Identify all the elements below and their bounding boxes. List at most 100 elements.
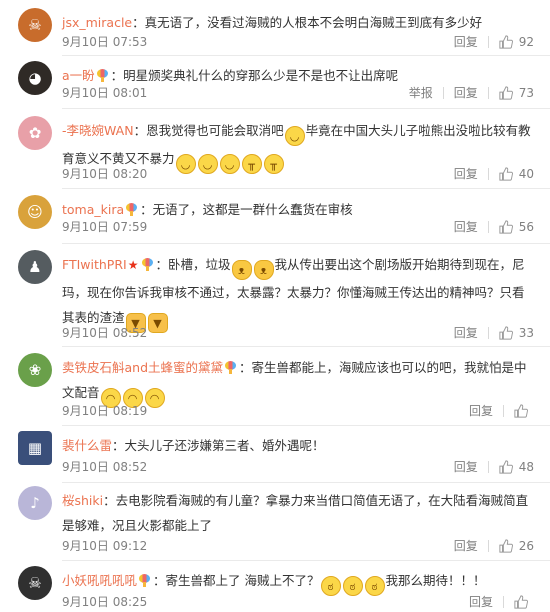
like-count: 56	[518, 220, 534, 234]
username-link[interactable]: 桜shiki	[62, 493, 103, 508]
avatar[interactable]: ☠	[18, 566, 52, 600]
username-link[interactable]: 小妖吼吼吼吼	[62, 573, 137, 588]
smile-emoji-icon: ◡	[284, 126, 305, 146]
timestamp: 9月10日 08:52	[62, 326, 148, 340]
avatar[interactable]: ♟	[18, 250, 52, 284]
cat-emoji-icon: ᴥ	[253, 260, 274, 280]
avatar[interactable]: ❀	[18, 353, 52, 387]
avatar[interactable]: ◕	[18, 61, 52, 95]
report-button[interactable]: 举报	[409, 83, 433, 103]
timestamp: 9月10日 07:59	[62, 220, 148, 234]
username-link[interactable]: -李晓婉WAN	[62, 123, 134, 138]
comment-meta: 9月10日 07:59 回复 56	[62, 217, 550, 237]
like-button[interactable]: 73	[499, 83, 534, 103]
avatar-glyph: ♟	[28, 258, 42, 276]
avatar[interactable]: ✿	[18, 116, 52, 150]
username-link[interactable]: a一盼	[62, 68, 95, 83]
reply-button[interactable]: 回复	[454, 83, 478, 103]
reply-button[interactable]: 回复	[454, 323, 478, 343]
like-button[interactable]: 33	[499, 323, 534, 343]
timestamp: 9月10日 08:52	[62, 460, 148, 474]
avatar[interactable]: ☺	[18, 195, 52, 229]
like-button[interactable]: 92	[499, 32, 534, 52]
avatar-glyph: ☠	[28, 574, 42, 592]
comment-meta: 9月10日 08:25 回复	[62, 592, 550, 612]
username-link[interactable]: toma_kira	[62, 202, 124, 217]
row-divider	[62, 108, 550, 109]
reply-button[interactable]: 回复	[454, 164, 478, 184]
like-count: 48	[518, 460, 534, 474]
thumbs-up-icon	[499, 35, 513, 49]
comment-meta: 9月10日 08:52 回复 33	[62, 323, 550, 343]
row-divider	[62, 346, 550, 347]
username-link[interactable]: 卖铁皮石斛and土蜂蜜的黛黛	[62, 360, 223, 375]
like-count: 26	[518, 539, 534, 553]
comment-body: ：大头儿子还涉嫌第三者、婚外遇呢！	[112, 438, 325, 453]
avatar-glyph: ✿	[28, 124, 42, 142]
avatar[interactable]: ♪	[18, 486, 52, 520]
comment-meta: 9月10日 08:19 回复	[62, 401, 550, 421]
like-count: 33	[518, 326, 534, 340]
timestamp: 9月10日 09:12	[62, 539, 148, 553]
thumbs-up-icon	[499, 86, 513, 100]
comment-text: 裴什么雷：大头儿子还涉嫌第三者、婚外遇呢！	[62, 433, 536, 458]
like-button[interactable]: 40	[499, 164, 534, 184]
comment-body: ：恩我觉得也可能会取消吧	[133, 123, 284, 138]
reply-button[interactable]: 回复	[454, 536, 478, 556]
divider	[503, 596, 504, 608]
avatar-glyph: ▦	[27, 439, 43, 457]
like-button[interactable]: 56	[499, 217, 534, 237]
divider	[487, 36, 489, 48]
comment-meta: 9月10日 09:12 回复 26	[62, 536, 550, 556]
member-badge-icon	[225, 361, 237, 374]
comment-body: ：无语了，这都是一群什么蠢货在审核	[140, 202, 353, 217]
divider	[487, 540, 489, 552]
username-link[interactable]: 裴什么雷	[62, 438, 112, 453]
thumbs-up-icon	[499, 220, 513, 234]
comment-body: ：真无语了，没看过海贼的人根本不会明白海贼王到底有多少好	[132, 15, 483, 30]
comment-meta: 9月10日 08:01 举报 回复 73	[62, 83, 550, 103]
like-button[interactable]	[514, 404, 534, 418]
divider	[503, 405, 504, 417]
comment-actions: 举报 回复 73	[409, 83, 534, 103]
reply-button[interactable]: 回复	[469, 592, 493, 612]
comment-meta: 9月10日 08:20 回复 40	[62, 164, 550, 184]
avatar[interactable]: ☠	[18, 8, 52, 42]
reply-button[interactable]: 回复	[469, 401, 493, 421]
comment-body: ：卧槽，垃圾	[155, 257, 231, 272]
comment-actions: 回复 92	[454, 32, 534, 52]
username-link[interactable]: jsx_miracle	[62, 15, 132, 30]
thumbs-up-icon	[514, 404, 528, 418]
timestamp: 9月10日 08:19	[62, 404, 148, 418]
member-badge-icon	[141, 258, 153, 271]
comment-actions: 回复	[469, 592, 534, 612]
row-divider	[62, 560, 550, 561]
timestamp: 9月10日 08:25	[62, 595, 148, 609]
comment-actions: 回复	[469, 401, 534, 421]
divider	[487, 327, 489, 339]
reply-button[interactable]: 回复	[454, 217, 478, 237]
comment-body: ：明星颁奖典礼什么的穿那么少是不是也不让出席呢	[110, 68, 399, 83]
thumbs-up-icon	[499, 460, 513, 474]
thumbs-up-icon	[499, 167, 513, 181]
thumbs-up-icon	[499, 326, 513, 340]
like-count: 73	[518, 86, 534, 100]
avatar[interactable]: ▦	[18, 431, 52, 465]
cat-emoji-icon: ᴥ	[231, 260, 252, 280]
divider	[487, 461, 489, 473]
comment-meta: 9月10日 08:52 回复 48	[62, 457, 550, 477]
avatar-glyph: ☺	[27, 203, 43, 221]
avatar-glyph: ◕	[28, 69, 42, 87]
reply-button[interactable]: 回复	[454, 32, 478, 52]
like-button[interactable]	[514, 595, 534, 609]
comment-actions: 回复 33	[454, 323, 534, 343]
username-link[interactable]: FTIwithPRI	[62, 257, 127, 272]
reply-button[interactable]: 回复	[454, 457, 478, 477]
row-divider	[62, 425, 550, 426]
comment-actions: 回复 48	[454, 457, 534, 477]
comment-text: 桜shiki：去电影院看海贼的有儿童？拿暴力来当借口简值无语了，在大陆看海贼简直…	[62, 488, 536, 538]
like-button[interactable]: 48	[499, 457, 534, 477]
comment-body-cont: 我那么期待！！！	[385, 573, 486, 588]
like-button[interactable]: 26	[499, 536, 534, 556]
comment-list: ☠ jsx_miracle：真无语了，没看过海贼的人根本不会明白海贼王到底有多少…	[0, 0, 550, 609]
